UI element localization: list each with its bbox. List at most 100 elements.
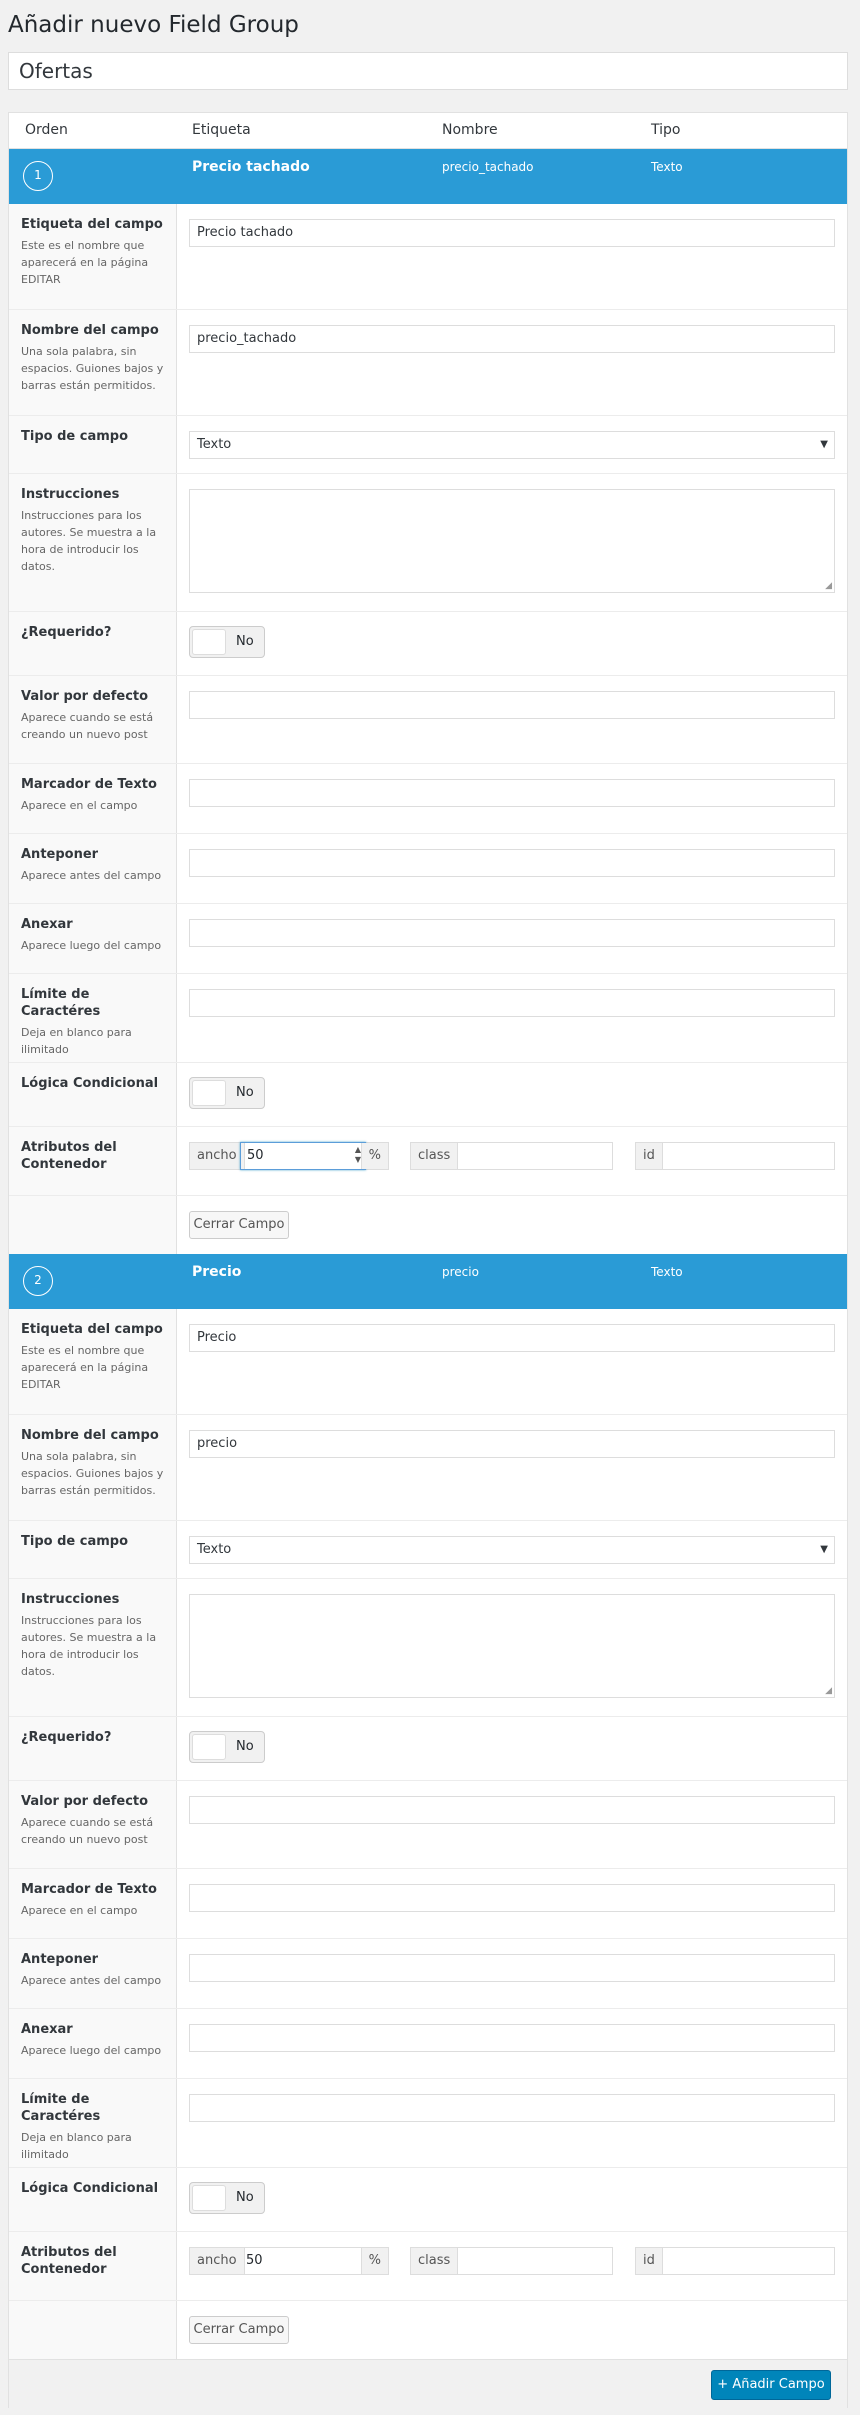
row-title: Tipo de campo: [21, 1534, 128, 1549]
append-input[interactable]: [189, 2024, 835, 2052]
row-nombre: Nombre del campo Una sola palabra, sin e…: [9, 310, 847, 416]
width-prefix: ancho: [190, 1143, 245, 1169]
row-label: Valor por defecto Aparece cuando se está…: [9, 1781, 177, 1868]
class-input[interactable]: [459, 2248, 612, 2274]
row-marcador: Marcador de Texto Aparece en el campo: [9, 1869, 847, 1939]
resize-grip-icon[interactable]: ◢: [825, 581, 832, 591]
row-tipo: Tipo de campo Texto ▼: [9, 1521, 847, 1579]
row-desc: Instrucciones para los autores. Se muest…: [21, 509, 157, 573]
row-tipo: Tipo de campo Texto ▼: [9, 416, 847, 474]
append-input[interactable]: [189, 919, 835, 947]
row-title: Lógica Condicional: [21, 1076, 159, 1091]
placeholder-input[interactable]: [189, 1884, 835, 1912]
row-label: Atributos del Contenedor: [9, 1127, 177, 1195]
id-input[interactable]: [666, 2248, 834, 2274]
row-limite: Límite de Caractéres Deja en blanco para…: [9, 2079, 847, 2168]
row-desc: Aparece antes del campo: [21, 869, 162, 882]
fields-footer: + Añadir Campo: [9, 2359, 847, 2408]
row-title: Valor por defecto: [21, 1794, 149, 1809]
row-limite: Límite de Caractéres Deja en blanco para…: [9, 974, 847, 1063]
row-label: Anteponer Aparece antes del campo: [9, 1939, 177, 2008]
row-close: Cerrar Campo: [9, 1196, 847, 1255]
row-title: Tipo de campo: [21, 429, 128, 444]
id-input[interactable]: [666, 1143, 834, 1169]
row-etiqueta: Etiqueta del campo Este es el nombre que…: [9, 204, 847, 310]
prepend-input[interactable]: [189, 1954, 835, 1982]
row-close: Cerrar Campo: [9, 2301, 847, 2359]
row-title: Instrucciones: [21, 1592, 120, 1607]
row-title: Atributos del Contenedor: [21, 1140, 117, 1172]
maxlength-input[interactable]: [189, 989, 835, 1017]
field-bar-2[interactable]: 2 Precio precio Texto: [9, 1254, 847, 1309]
row-title: Anteponer: [21, 1952, 99, 1967]
instructions-textarea[interactable]: ◢: [189, 1594, 835, 1698]
row-title: Nombre del campo: [21, 1428, 159, 1443]
row-title: Marcador de Texto: [21, 1882, 157, 1897]
width-prefix: ancho: [190, 2248, 245, 2274]
row-desc: Aparece en el campo: [21, 799, 138, 812]
required-toggle[interactable]: No: [189, 1731, 265, 1763]
fields-box: Orden Etiqueta Nombre Tipo 1 Precio tach…: [8, 112, 848, 2408]
field-name: precio_tachado: [442, 160, 534, 174]
row-label: Valor por defecto Aparece cuando se está…: [9, 676, 177, 763]
width-input[interactable]: 50: [240, 2248, 366, 2274]
row-instrucciones: Instrucciones Instrucciones para los aut…: [9, 1579, 847, 1717]
field-label[interactable]: Precio: [192, 1264, 241, 1280]
id-prefix: id: [636, 2248, 663, 2274]
row-desc: Una sola palabra, sin espacios. Guiones …: [21, 1450, 164, 1497]
conditional-logic-toggle[interactable]: No: [189, 2182, 265, 2214]
resize-grip-icon[interactable]: ◢: [825, 1686, 832, 1696]
instructions-textarea[interactable]: ◢: [189, 489, 835, 593]
field-name-input[interactable]: precio_tachado: [189, 325, 835, 353]
row-etiqueta: Etiqueta del campo Este es el nombre que…: [9, 1309, 847, 1415]
field-type-select[interactable]: Texto ▼: [189, 1536, 835, 1564]
maxlength-input[interactable]: [189, 2094, 835, 2122]
prepend-input[interactable]: [189, 849, 835, 877]
class-attr-group: class: [410, 1142, 613, 1170]
add-field-button[interactable]: + Añadir Campo: [711, 2370, 831, 2400]
field-bar-1[interactable]: 1 Precio tachado precio_tachado Texto: [9, 149, 847, 204]
toggle-knob: [192, 1080, 226, 1106]
row-label: Tipo de campo: [9, 1521, 177, 1578]
row-desc: Aparece cuando se está creando un nuevo …: [21, 711, 154, 741]
row-title: Límite de Caractéres: [21, 2092, 101, 2124]
field-label-input[interactable]: Precio: [189, 1324, 835, 1352]
row-label: [9, 2301, 177, 2359]
row-title: Atributos del Contenedor: [21, 2245, 117, 2277]
column-name: Nombre: [442, 122, 498, 138]
row-anexar: Anexar Aparece luego del campo: [9, 2009, 847, 2079]
field-name-input[interactable]: precio: [189, 1430, 835, 1458]
row-desc: Aparece luego del campo: [21, 939, 162, 952]
class-input[interactable]: [459, 1143, 612, 1169]
default-value-input[interactable]: [189, 691, 835, 719]
chevron-down-icon: ▼: [820, 1544, 828, 1555]
row-title: Instrucciones: [21, 487, 120, 502]
row-label: Nombre del campo Una sola palabra, sin e…: [9, 310, 177, 415]
default-value-input[interactable]: [189, 1796, 835, 1824]
toggle-text: No: [236, 1085, 254, 1100]
row-title: Lógica Condicional: [21, 2181, 159, 2196]
toggle-knob: [192, 629, 226, 655]
row-title: Anexar: [21, 917, 73, 932]
group-title-input[interactable]: Ofertas: [8, 52, 848, 90]
close-field-button[interactable]: Cerrar Campo: [189, 2316, 289, 2344]
row-title: ¿Requerido?: [21, 625, 112, 640]
field-type-select[interactable]: Texto ▼: [189, 431, 835, 459]
placeholder-input[interactable]: [189, 779, 835, 807]
field-type: Texto: [651, 160, 683, 174]
width-input[interactable]: 50 ▲ ▼: [240, 1142, 366, 1170]
row-label: Anexar Aparece luego del campo: [9, 2009, 177, 2078]
conditional-logic-toggle[interactable]: No: [189, 1077, 265, 1109]
required-toggle[interactable]: No: [189, 626, 265, 658]
toggle-knob: [192, 2185, 226, 2211]
close-field-button[interactable]: Cerrar Campo: [189, 1211, 289, 1239]
row-label: Nombre del campo Una sola palabra, sin e…: [9, 1415, 177, 1520]
field-label-input[interactable]: Precio tachado: [189, 219, 835, 247]
row-label: Límite de Caractéres Deja en blanco para…: [9, 974, 177, 1062]
field-label[interactable]: Precio tachado: [192, 159, 310, 175]
field-order-badge: 2: [23, 1266, 53, 1296]
id-attr-group: id: [635, 2247, 835, 2275]
column-type: Tipo: [651, 122, 681, 138]
row-desc: Aparece en el campo: [21, 1904, 138, 1917]
row-title: Anteponer: [21, 847, 99, 862]
